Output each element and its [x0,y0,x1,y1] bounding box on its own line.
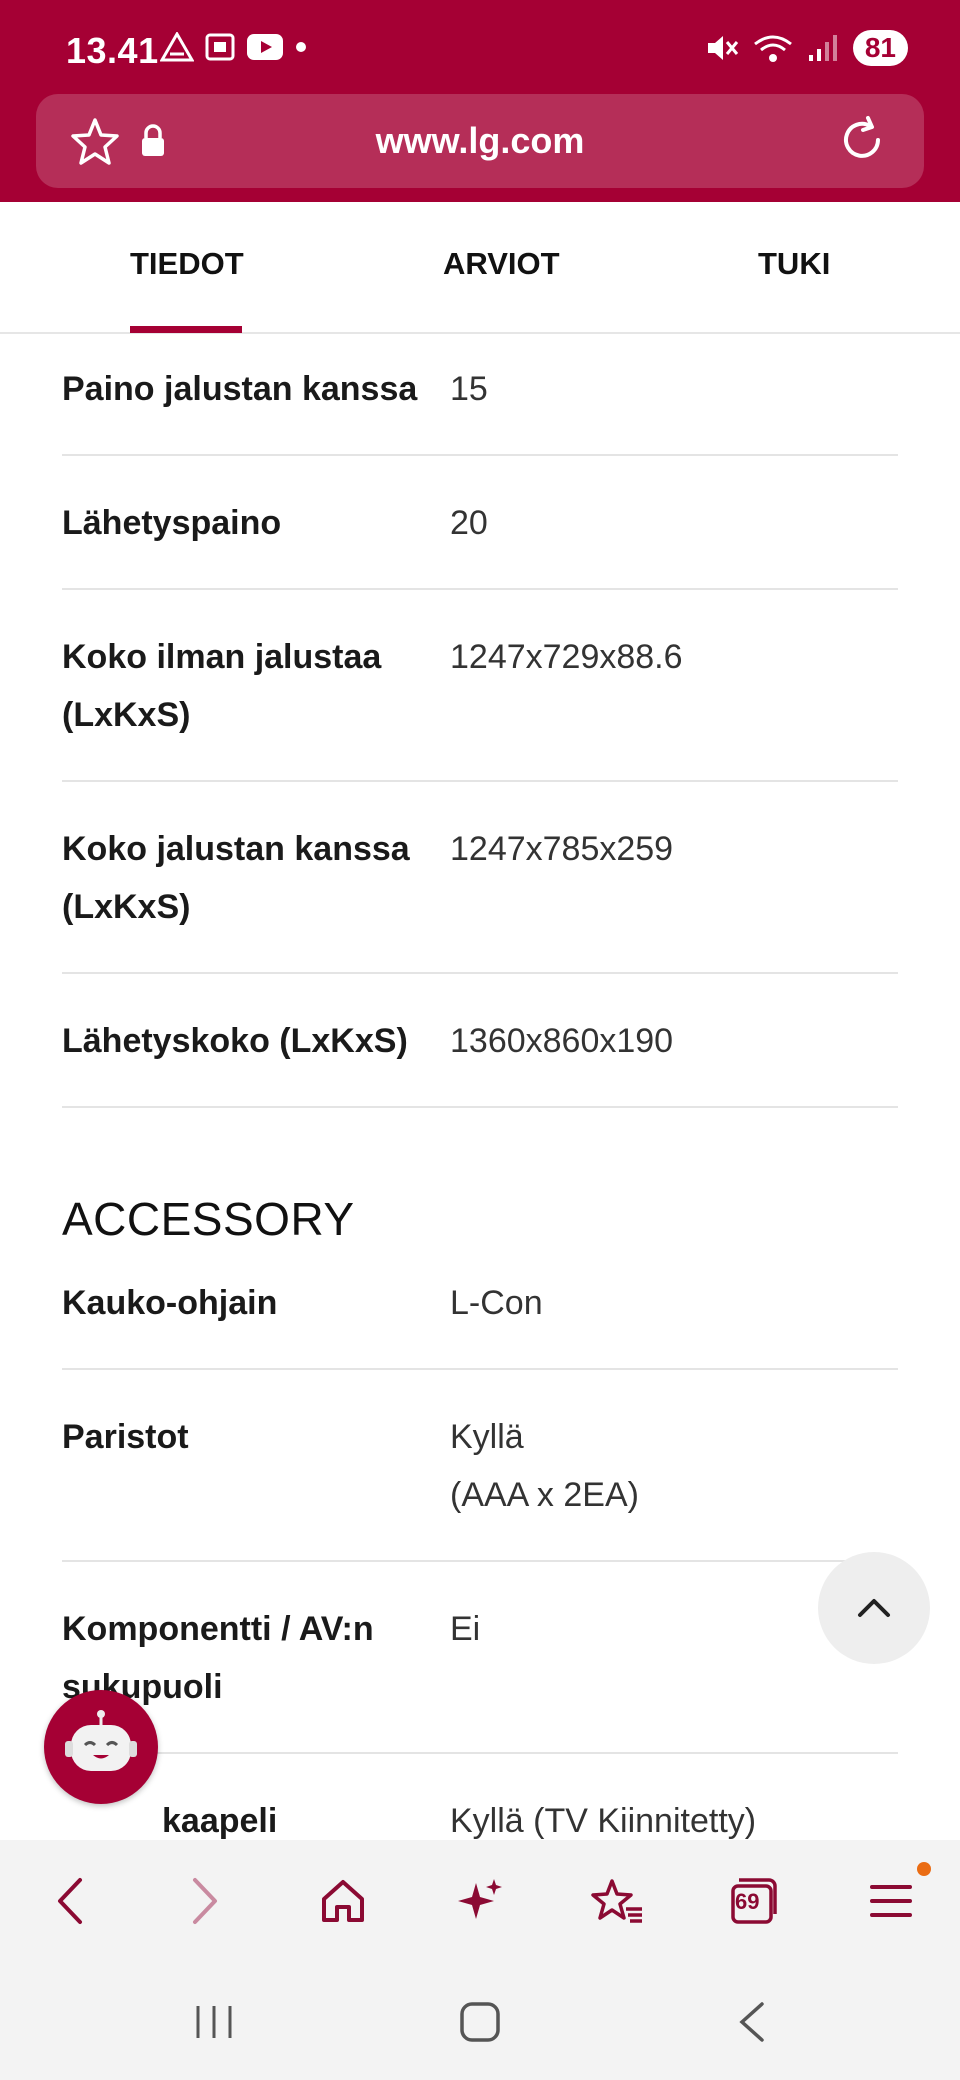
menu-button[interactable] [822,1840,959,1962]
signal-icon [808,35,837,61]
spec-value: 1360x860x190 [450,1022,674,1060]
forward-button[interactable] [137,1840,274,1962]
url-text[interactable]: www.lg.com [36,120,924,162]
tabs-button[interactable]: 69 [685,1840,822,1962]
browser-toolbar: 69 [0,1840,960,1962]
status-notification-icons [160,32,308,62]
spec-row: Paristot Kyllä (AAA x 2EA) [62,1370,898,1562]
spec-value: 1247x729x88.6 [450,638,683,676]
chevron-up-icon [858,1599,890,1617]
star-list-icon [590,1879,642,1923]
spec-label: Koko ilman jalustaa (LxKxS) [62,638,382,734]
notification-dot [917,1862,931,1876]
spec-row: Koko jalustan kanssa (LxKxS) 1247x785x25… [62,782,898,974]
home-icon [321,1880,364,1922]
spec-value: 15 [450,370,488,408]
status-system-icons: 81 [705,30,908,66]
robot-icon [65,1710,137,1771]
spec-value-line: Kyllä [450,1418,524,1456]
sparkle-icon [457,1879,502,1919]
reload-icon[interactable] [836,114,888,166]
spec-row: Paino jalustan kanssa 15 [62,334,898,456]
tab-arviot[interactable]: ARVIOT [443,246,560,282]
spec-row: Lähetyspaino 20 [62,456,898,590]
tab-tuki[interactable]: TUKI [758,246,830,282]
spec-value: L-Con [450,1284,543,1322]
battery-level: 81 [852,30,908,66]
browser-header: 13.41 81 www.lg.com [0,0,960,202]
wifi-icon [753,35,792,62]
spec-value: 20 [450,504,488,542]
spec-content: Paino jalustan kanssa 15 Lähetyspaino 20… [62,334,898,1888]
spec-label: Lähetyskoko (LxKxS) [62,1022,408,1060]
spec-value-line: (AAA x 2EA) [450,1476,639,1514]
spec-value: Kyllä (AAA x 2EA) [450,1408,898,1524]
status-bar: 13.41 81 [0,0,960,96]
dot-icon [296,42,306,52]
chevron-right-icon [192,1878,217,1924]
active-tab-indicator [130,326,242,333]
tab-count: 69 [735,1889,760,1914]
spec-value: 1247x785x259 [450,830,674,868]
spec-row: Kauko-ohjain L-Con [62,1248,898,1370]
chevron-left-icon [57,1878,82,1924]
mute-icon [707,36,738,60]
product-tabs: TIEDOT ARVIOT TUKI [0,202,960,334]
spec-label: Lähetyspaino [62,504,282,542]
spec-label: Paristot [62,1418,189,1456]
spec-label: Kauko-ohjain [62,1284,278,1322]
spec-label: Koko jalustan kanssa (LxKxS) [62,830,410,926]
ai-assist-button[interactable] [411,1840,548,1962]
home-nav-icon[interactable] [458,2000,502,2044]
warning-icon [160,32,194,62]
back-nav-icon[interactable] [734,2000,768,2044]
spec-label: Paino jalustan kanssa [62,370,418,408]
screenshot-icon [205,33,235,61]
youtube-icon [247,34,283,60]
section-title-accessory: ACCESSORY [62,1193,355,1245]
chatbot-button[interactable] [44,1690,158,1804]
bookmarks-button[interactable] [548,1840,685,1962]
menu-icon [869,1885,912,1917]
back-button[interactable] [0,1840,137,1962]
scroll-to-top-button[interactable] [818,1552,930,1664]
spec-row: Lähetyskoko (LxKxS) 1360x860x190 [62,974,898,1108]
address-bar[interactable]: www.lg.com [36,94,924,188]
recent-apps-icon[interactable] [192,2000,236,2044]
system-navigation [0,1962,960,2080]
spec-row: Koko ilman jalustaa (LxKxS) 1247x729x88.… [62,590,898,782]
spec-row: Komponentti / AV:n sukupuoli Ei [62,1562,898,1754]
home-button[interactable] [274,1840,411,1962]
status-time: 13.41 [66,30,159,71]
tab-tiedot[interactable]: TIEDOT [130,246,244,282]
